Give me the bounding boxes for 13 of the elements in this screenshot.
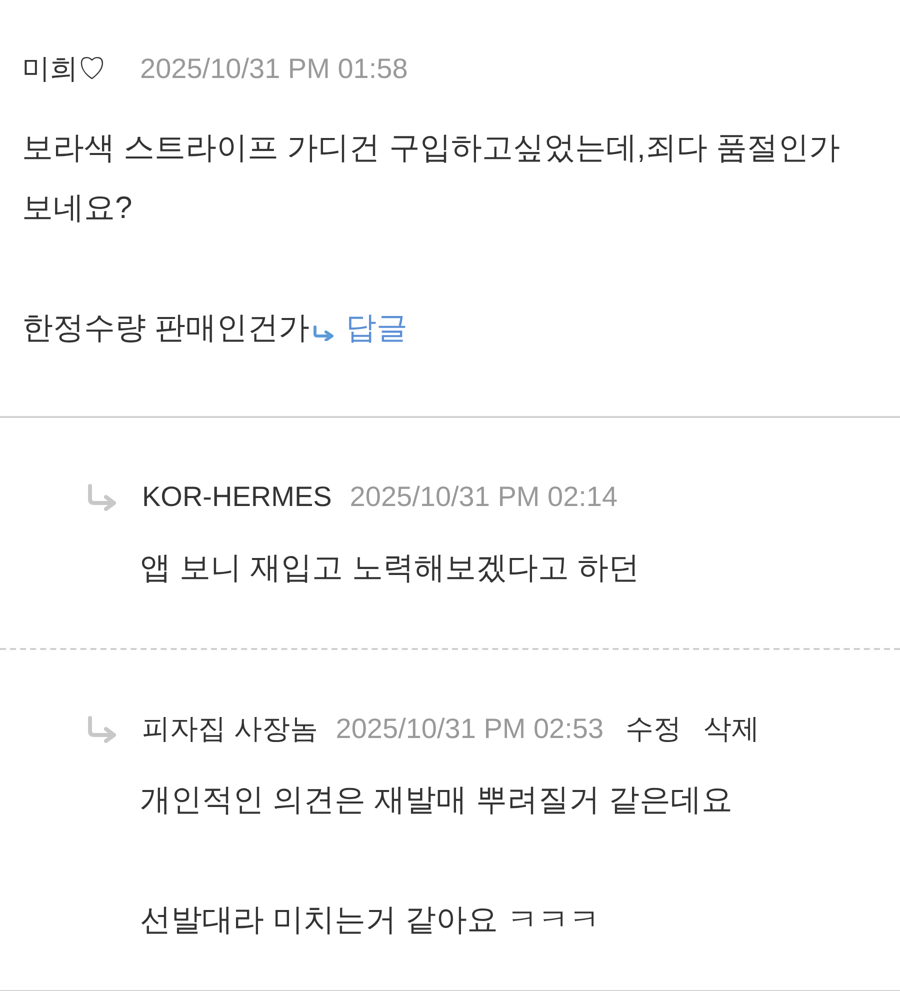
reply-action-link[interactable]: 삭제: [704, 708, 760, 750]
comment-time: 2025/10/31 PM 01:58: [140, 52, 408, 86]
comment-text: 한정수량 판매인건가: [22, 309, 310, 347]
reply-time: 2025/10/31 PM 02:14: [350, 480, 618, 514]
reply-action-link[interactable]: 수정: [626, 708, 682, 750]
reply-author: KOR-HERMES: [142, 480, 332, 514]
reply-author: 피자집 사장놈: [142, 712, 318, 746]
comment-text: 보라색 스트라이프 가디건 구입하고싶었는데,죄다 품절인가 보네요?: [22, 129, 842, 227]
reply-text: 선발대라 미치는거 같아요 ㅋㅋㅋ: [140, 901, 601, 939]
reply-text: 개인적인 의견은 재발매 뿌려질거 같은데요: [140, 781, 734, 819]
reply-text: 앱 보니 재입고 노력해보겠다고 하던: [140, 549, 640, 587]
comment-author: 미희♡: [22, 52, 106, 86]
reply-time: 2025/10/31 PM 02:53: [336, 712, 604, 746]
